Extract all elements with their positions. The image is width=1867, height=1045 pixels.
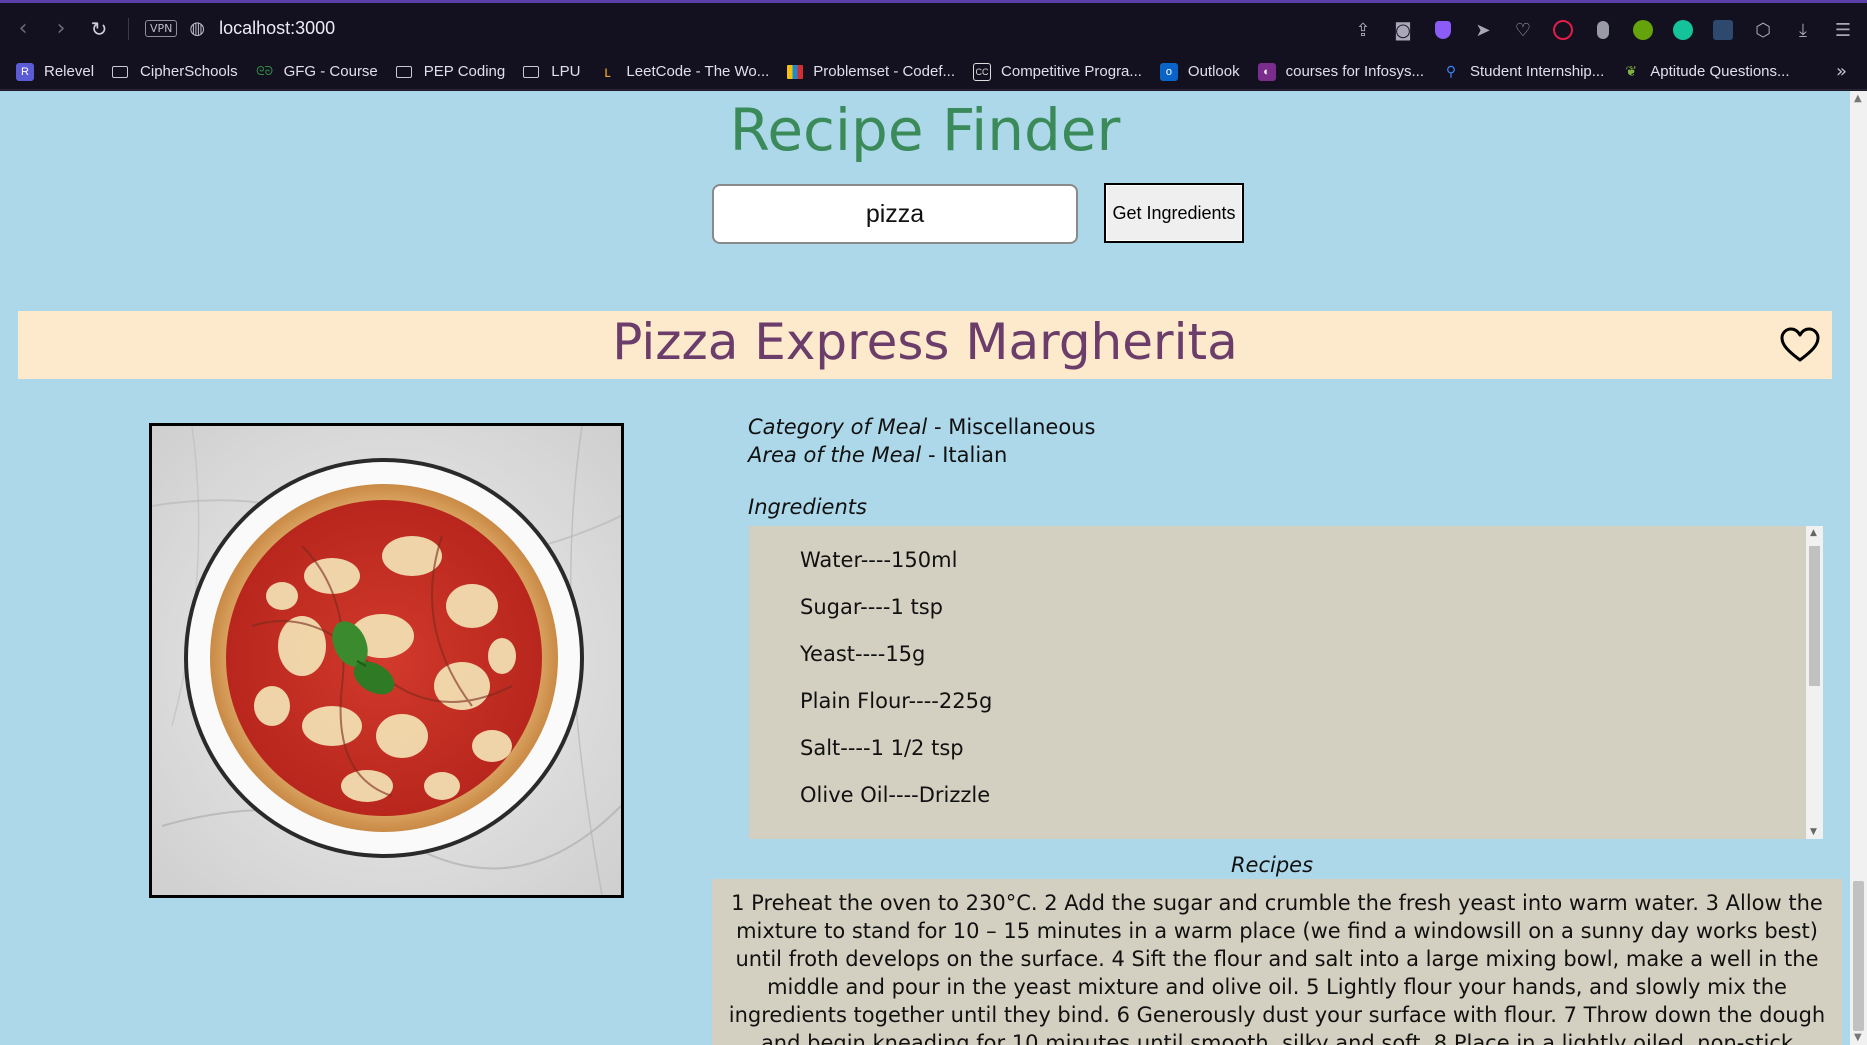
bookmark-gfg-course[interactable]: ᘓᘐ GFG - Course: [256, 63, 378, 81]
folder-icon: [395, 65, 412, 78]
bookmark-leetcode[interactable]: ⳑ LeetCode - The Wo...: [598, 63, 769, 81]
page-scrollbar[interactable]: ▲ ▼: [1850, 91, 1867, 1045]
send-icon[interactable]: ➤: [1467, 11, 1499, 49]
ingredient-item: Olive Oil----Drizzle: [800, 783, 991, 807]
bookmark-label: LeetCode - The Wo...: [626, 63, 770, 80]
download-icon[interactable]: ⤓: [1787, 11, 1819, 49]
bookmark-label: CipherSchools: [140, 63, 238, 80]
bookmark-label: courses for Infosys...: [1285, 63, 1424, 80]
bookmark-relevel[interactable]: R Relevel: [16, 62, 95, 81]
bookmark-label: LPU: [551, 63, 581, 80]
scroll-up-icon[interactable]: ▲: [1854, 93, 1862, 104]
camera-icon[interactable]: ◙: [1387, 11, 1419, 49]
scrollbar-thumb[interactable]: [1853, 881, 1864, 1031]
tree-extension-icon[interactable]: [1627, 11, 1659, 49]
chevron-double-right-icon[interactable]: »: [1836, 61, 1847, 82]
bookmark-pep-coding[interactable]: PEP Coding: [395, 63, 506, 80]
meal-name: Pizza Express Margherita: [612, 313, 1238, 371]
ingredient-item: Water----150ml: [800, 548, 958, 572]
ingredient-item: Sugar----1 tsp: [800, 595, 943, 619]
player-icon[interactable]: [1547, 11, 1579, 49]
bookmark-label: Aptitude Questions...: [1650, 63, 1790, 80]
leetcode-icon: ⳑ: [604, 63, 611, 81]
aptitude-icon: ❦: [1625, 63, 1638, 79]
back-icon[interactable]: ‹: [4, 10, 42, 48]
internship-icon: ⚲: [1445, 63, 1457, 79]
recipes-label: Recipes: [1230, 853, 1314, 877]
get-ingredients-button[interactable]: Get Ingredients: [1104, 183, 1244, 243]
page-content: Recipe Finder pizza Get Ingredients Pizz…: [0, 91, 1850, 1045]
forward-icon[interactable]: ›: [42, 10, 80, 48]
cube-icon[interactable]: ⬡: [1747, 11, 1779, 49]
heart-icon[interactable]: ♡: [1507, 11, 1539, 49]
bookmark-competitive-programming[interactable]: CC Competitive Progra...: [973, 62, 1142, 81]
ingredient-item: Salt----1 1/2 tsp: [800, 736, 964, 760]
bookmarks-bar: R Relevel CipherSchools ᘓᘐ GFG - Course …: [0, 54, 1867, 90]
search-input[interactable]: pizza: [712, 184, 1078, 244]
bookmark-cipherschools[interactable]: CipherSchools: [112, 63, 238, 80]
scrollbar-thumb[interactable]: [1809, 546, 1820, 686]
category-row: Category of Meal - Miscellaneous: [748, 413, 1095, 441]
share-icon[interactable]: ⇪: [1347, 11, 1379, 49]
meal-info: Category of Meal - Miscellaneous Area of…: [748, 413, 1095, 469]
browser-toolbar: ‹ › ↻ VPN ◍ localhost:3000 ⇪ ◙ ➤ ♡ ⬡ ⤓ ☰: [0, 0, 1867, 54]
area-label: Area of the Meal: [748, 443, 922, 467]
bookmark-aptitude-questions[interactable]: ❦ Aptitude Questions...: [1622, 63, 1789, 81]
area-row: Area of the Meal - Italian: [748, 441, 1095, 469]
folder-icon: [523, 65, 540, 78]
bookmark-lpu[interactable]: LPU: [523, 63, 580, 80]
bookmark-label: Outlook: [1187, 63, 1240, 80]
ingredients-scrollbar[interactable]: ▲ ▼: [1806, 526, 1823, 839]
toolbar-actions: ⇪ ◙ ➤ ♡ ⬡ ⤓ ☰: [1347, 11, 1859, 49]
outlook-icon: o: [1159, 62, 1178, 81]
folder-icon: [112, 65, 129, 78]
bookmark-label: Competitive Progra...: [1001, 63, 1142, 80]
bookmark-label: GFG - Course: [283, 63, 378, 80]
area-value: - Italian: [927, 443, 1008, 467]
meal-banner: Pizza Express Margherita: [18, 311, 1832, 379]
toolbar-divider: [128, 17, 129, 40]
globe-icon: ◍: [189, 18, 206, 39]
address-bar[interactable]: localhost:3000: [219, 18, 335, 39]
pizza-illustration: [152, 426, 621, 895]
meal-image: [149, 423, 624, 898]
menu-icon[interactable]: ☰: [1827, 11, 1859, 49]
ingredient-item: Yeast----15g: [800, 642, 926, 666]
shield-icon[interactable]: [1427, 11, 1459, 49]
ingredients-panel[interactable]: Water----150ml Sugar----1 tsp Yeast----1…: [749, 526, 1823, 839]
bookmark-label: Problemset - Codef...: [813, 63, 956, 80]
extension-icon[interactable]: [1587, 11, 1619, 49]
recipe-instructions: 1 Preheat the oven to 230°C. 2 Add the s…: [712, 879, 1842, 1045]
ingredients-label: Ingredients: [748, 495, 867, 519]
scroll-down-icon[interactable]: ▼: [1810, 827, 1817, 837]
relevel-icon: R: [16, 62, 34, 81]
favorite-heart-icon[interactable]: [1780, 327, 1820, 363]
page-title: Recipe Finder: [729, 96, 1121, 164]
scroll-down-icon[interactable]: ▼: [1854, 1032, 1862, 1043]
bookmark-student-internship[interactable]: ⚲ Student Internship...: [1442, 63, 1604, 81]
ingredient-item: Plain Flour----225g: [800, 689, 993, 713]
infosys-icon: ◐: [1257, 62, 1276, 81]
bookmark-label: Student Internship...: [1470, 63, 1605, 80]
reload-icon[interactable]: ↻: [80, 10, 118, 48]
grammarly-icon[interactable]: [1667, 11, 1699, 49]
bookmark-label: Relevel: [44, 63, 95, 80]
category-label: Category of Meal: [748, 415, 928, 439]
bookmark-infosys-courses[interactable]: ◐ courses for Infosys...: [1257, 62, 1424, 81]
category-value: - Miscellaneous: [933, 415, 1096, 439]
bookmark-outlook[interactable]: o Outlook: [1159, 62, 1240, 81]
codechef-icon: CC: [973, 62, 992, 81]
vpn-badge[interactable]: VPN: [145, 20, 178, 37]
codeforces-icon: [787, 64, 804, 79]
gfg-icon: ᘓᘐ: [256, 64, 274, 78]
reader-extension-icon[interactable]: [1707, 11, 1739, 49]
scroll-up-icon[interactable]: ▲: [1810, 528, 1817, 538]
bookmark-codeforces[interactable]: Problemset - Codef...: [787, 63, 955, 80]
ingredients-list: Water----150ml Sugar----1 tsp Yeast----1…: [749, 526, 1823, 828]
bookmark-label: PEP Coding: [423, 63, 506, 80]
